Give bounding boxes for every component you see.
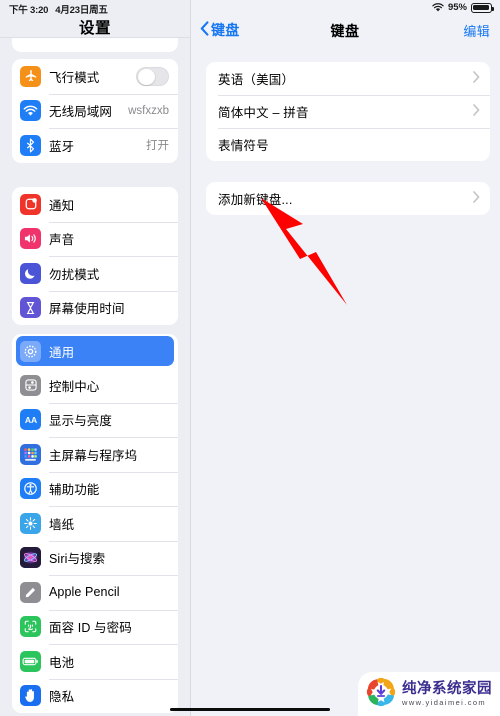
sidebar-header-divider: [0, 36, 190, 38]
sidebar-item-battery[interactable]: 电池: [12, 644, 178, 679]
sidebar-item-label: 隐私: [49, 690, 75, 705]
face-id-icon: [20, 616, 41, 638]
active-keyboards-card: 英语（美国） 简体中文 – 拼音 表情符号: [206, 62, 490, 161]
sidebar-group-alerts: 通知 声音 勿扰模式 屏幕使用时间: [12, 187, 178, 325]
sidebar-item-do-not-disturb[interactable]: 勿扰模式: [12, 256, 178, 291]
edit-button[interactable]: 编辑: [463, 21, 490, 40]
add-keyboard-card: 添加新键盘...: [206, 182, 490, 215]
sidebar-item-wallpaper[interactable]: 墙纸: [12, 506, 178, 541]
hourglass-icon: [20, 297, 41, 319]
sidebar-item-screen-time[interactable]: 屏幕使用时间: [12, 290, 178, 326]
sidebar-item-notifications[interactable]: 通知: [12, 187, 178, 222]
keyboard-name: 简体中文 – 拼音: [218, 106, 309, 120]
download-arrow-logo: [365, 676, 397, 713]
home-indicator: [170, 707, 330, 711]
sidebar-item-bluetooth[interactable]: 蓝牙 打开: [12, 128, 178, 163]
sidebar-item-label: 辅助功能: [49, 483, 100, 498]
page-title: 键盘: [330, 23, 360, 39]
sidebar-item-airplane-mode[interactable]: 飞行模式: [12, 59, 178, 94]
sidebar-item-wifi[interactable]: 无线局域网 wsfxzxb: [12, 93, 178, 129]
sidebar-item-label: 勿扰模式: [49, 267, 100, 282]
control-center-icon: [20, 374, 41, 396]
sidebar-item-control-center[interactable]: 控制中心: [12, 368, 178, 403]
site-watermark: 纯净系统家园 www.yidaimei.com: [358, 672, 500, 716]
battery-icon: [20, 650, 41, 672]
add-new-keyboard-label: 添加新键盘...: [218, 193, 293, 207]
pencil-icon: [20, 581, 41, 603]
sidebar-item-label: 主屏幕与程序坞: [49, 448, 138, 463]
sidebar-item-accessibility[interactable]: 辅助功能: [12, 471, 178, 507]
sidebar-item-general[interactable]: 通用: [16, 336, 174, 366]
scrolled-card-peek: [12, 38, 178, 52]
sidebar-item-label: Apple Pencil: [49, 585, 120, 600]
settings-sidebar: 设置 飞行模式 无线局域网 wsfxzxb 蓝牙 打开 通知 声音 勿扰模式 屏…: [0, 0, 190, 716]
sidebar-item-label: 墙纸: [49, 517, 75, 532]
sidebar-item-face-id-passcode[interactable]: 面容 ID 与密码: [12, 609, 178, 645]
display-aa-icon: AA: [20, 409, 41, 431]
sidebar-item-label: 电池: [49, 655, 75, 670]
sidebar-item-label: 通知: [49, 198, 75, 213]
sidebar-item-label: 飞行模式: [49, 70, 100, 85]
sidebar-item-sounds[interactable]: 声音: [12, 221, 178, 257]
sidebar-group-system: 通用 控制中心 AA 显示与亮度 主屏幕与程序坞 辅助功能 墙纸 Siri与搜索…: [12, 334, 178, 713]
sidebar-item-label: 无线局域网: [49, 105, 113, 120]
gear-icon: [20, 340, 41, 362]
accessibility-icon: [20, 478, 41, 500]
airplane-mode-toggle[interactable]: [136, 66, 169, 86]
sidebar-item-label: Siri与搜索: [49, 552, 106, 567]
sidebar-item-apple-pencil[interactable]: Apple Pencil: [12, 575, 178, 610]
list-item-add-new-keyboard[interactable]: 添加新键盘...: [206, 182, 490, 215]
ipad-settings-screen: 下午 3:20 4月23日周五 95% 设置 飞行模式 无线局域网 wsfxzx…: [0, 0, 500, 716]
list-item-keyboard-emoji[interactable]: 表情符号: [206, 128, 490, 161]
sidebar-item-label: 声音: [49, 233, 75, 248]
keyboard-name: 英语（美国）: [218, 73, 295, 87]
privacy-hand-icon: [20, 685, 41, 707]
sidebar-item-label: 蓝牙: [49, 139, 75, 154]
bluetooth-state-value: 打开: [146, 140, 169, 153]
airplane-icon: [20, 65, 41, 87]
sidebar-item-privacy[interactable]: 隐私: [12, 678, 178, 714]
sidebar-title: 设置: [78, 20, 111, 37]
chevron-right-icon: [473, 103, 480, 121]
wifi-icon: [20, 100, 41, 122]
svg-text:AA: AA: [24, 415, 36, 425]
sidebar-item-label: 通用: [49, 345, 75, 360]
chevron-right-icon: [473, 70, 480, 88]
wifi-network-value: wsfxzxb: [128, 104, 169, 117]
chevron-right-icon: [473, 190, 480, 208]
sidebar-group-connectivity: 飞行模式 无线局域网 wsfxzxb 蓝牙 打开: [12, 59, 178, 163]
sidebar-item-label: 控制中心: [49, 379, 100, 394]
list-item-keyboard-simplified-chinese-pinyin[interactable]: 简体中文 – 拼音: [206, 95, 490, 128]
sidebar-item-home-screen-dock[interactable]: 主屏幕与程序坞: [12, 437, 178, 472]
keyboard-name: 表情符号: [218, 139, 269, 153]
home-screen-icon: [20, 443, 41, 465]
moon-icon: [20, 262, 41, 284]
watermark-url: www.yidaimei.com: [402, 698, 487, 707]
sidebar-item-label: 显示与亮度: [49, 414, 113, 429]
bluetooth-icon: [20, 134, 41, 156]
sidebar-item-label: 屏幕使用时间: [49, 302, 125, 317]
notification-icon: [20, 193, 41, 215]
watermark-text: 纯净系统家园 www.yidaimei.com: [402, 680, 492, 707]
sidebar-item-label: 面容 ID 与密码: [49, 621, 132, 636]
list-item-keyboard-english-us[interactable]: 英语（美国）: [206, 62, 490, 95]
wallpaper-icon: [20, 512, 41, 534]
sound-icon: [20, 228, 41, 250]
siri-icon: [20, 547, 41, 569]
sidebar-item-siri-search[interactable]: Siri与搜索: [12, 540, 178, 576]
watermark-site-name: 纯净系统家园: [402, 680, 492, 697]
sidebar-item-display-brightness[interactable]: AA 显示与亮度: [12, 402, 178, 438]
